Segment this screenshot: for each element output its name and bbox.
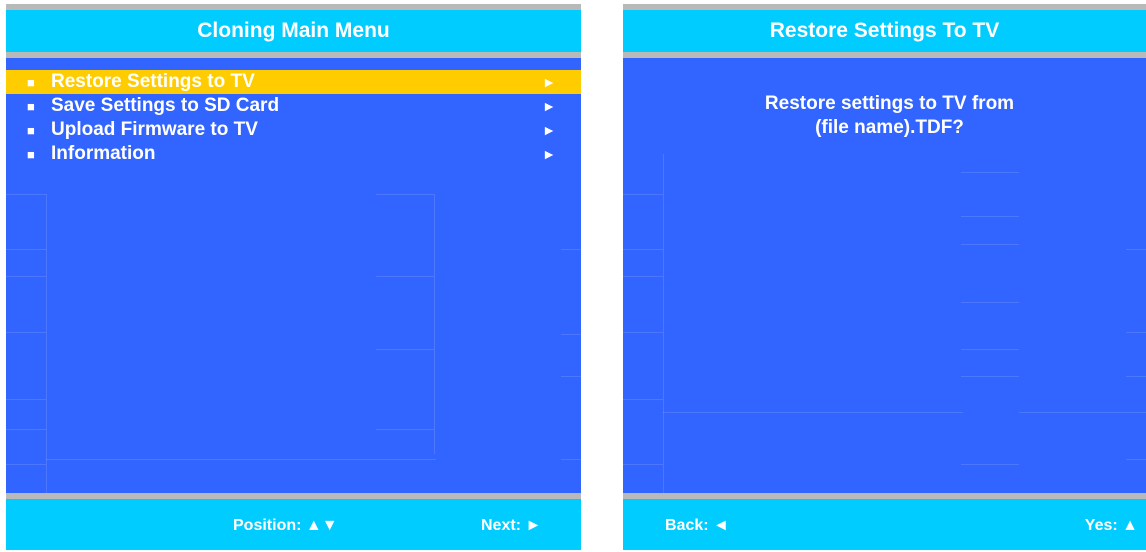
menu-item-label: Save Settings to SD Card [51, 95, 280, 116]
footer-bar: Position: ▲▼ Next: ► [6, 499, 581, 550]
scanline-artifact [961, 172, 1019, 173]
scanline-artifact [961, 349, 1019, 350]
scanline-artifact [1019, 412, 1146, 413]
scanline-artifact [376, 276, 434, 277]
scanline-artifact [376, 349, 434, 350]
screen-title: Cloning Main Menu [197, 19, 390, 42]
scanline-artifact [6, 464, 46, 465]
cloning-menu: ■ Restore Settings to TV ► ■ Save Settin… [6, 70, 581, 166]
scanline-artifact [961, 244, 1019, 245]
scanline-artifact [961, 464, 1019, 465]
bullet-icon: ■ [27, 98, 35, 114]
scanline-artifact [1126, 332, 1146, 333]
scanline-artifact [663, 154, 664, 494]
scanline-artifact [6, 276, 46, 277]
bullet-icon: ■ [27, 74, 35, 90]
scanline-artifact [376, 194, 434, 195]
scanline-artifact [561, 249, 581, 250]
scanline-artifact [6, 249, 46, 250]
bullet-icon: ■ [27, 122, 35, 138]
scanline-artifact [623, 276, 663, 277]
yes-hint[interactable]: Yes: ▲ [1085, 517, 1138, 535]
menu-item-restore-settings[interactable]: ■ Restore Settings to TV ► [6, 70, 581, 94]
scanline-artifact [376, 429, 434, 430]
scanline-artifact [961, 216, 1019, 217]
footer-bar: Back: ◄ Yes: ▲ [623, 499, 1146, 550]
scanline-artifact [46, 194, 47, 494]
scanline-artifact [6, 194, 46, 195]
scanline-artifact [623, 464, 663, 465]
scanline-artifact [6, 429, 46, 430]
scanline-artifact [623, 249, 663, 250]
arrow-right-icon: ► [542, 122, 556, 138]
scanline-artifact [6, 399, 46, 400]
title-bar: Restore Settings To TV [623, 10, 1146, 52]
menu-item-save-settings[interactable]: ■ Save Settings to SD Card ► [6, 94, 581, 118]
menu-item-upload-firmware[interactable]: ■ Upload Firmware to TV ► [6, 118, 581, 142]
scanline-artifact [623, 194, 663, 195]
scanline-artifact [561, 376, 581, 377]
menu-item-label: Information [51, 143, 156, 164]
scanline-artifact [623, 332, 663, 333]
menu-item-label: Upload Firmware to TV [51, 119, 258, 140]
restore-confirmation-message: Restore settings to TV from (file name).… [623, 92, 1146, 140]
menu-item-label: Restore Settings to TV [51, 71, 255, 92]
scanline-artifact [961, 302, 1019, 303]
scanline-artifact [663, 412, 963, 413]
scanline-artifact [623, 399, 663, 400]
arrow-right-icon: ► [542, 146, 556, 162]
scanline-artifact [561, 334, 581, 335]
scanline-artifact [1126, 459, 1146, 460]
scanline-artifact [1126, 376, 1146, 377]
menu-item-information[interactable]: ■ Information ► [6, 142, 581, 166]
arrow-right-icon: ► [542, 98, 556, 114]
arrow-right-icon: ► [542, 74, 556, 90]
next-hint: Next: ► [481, 517, 542, 534]
scanline-artifact [6, 332, 46, 333]
title-divider [6, 52, 581, 58]
bullet-icon: ■ [27, 146, 35, 162]
scanline-artifact [1126, 249, 1146, 250]
message-line: (file name).TDF? [815, 117, 964, 138]
cloning-main-menu-screen: Cloning Main Menu ■ Restore Settings to … [6, 4, 581, 550]
restore-settings-screen: Restore Settings To TV Restore settings … [623, 4, 1146, 550]
back-hint[interactable]: Back: ◄ [665, 517, 729, 535]
title-divider [623, 52, 1146, 58]
scanline-artifact [961, 376, 1019, 377]
title-bar: Cloning Main Menu [6, 10, 581, 52]
screen-title: Restore Settings To TV [769, 19, 1000, 42]
scanline-artifact [561, 459, 581, 460]
scanline-artifact [46, 459, 436, 460]
position-hint: Position: ▲▼ [233, 517, 338, 534]
message-line: Restore settings to TV from [764, 93, 1015, 114]
scanline-artifact [434, 194, 435, 454]
